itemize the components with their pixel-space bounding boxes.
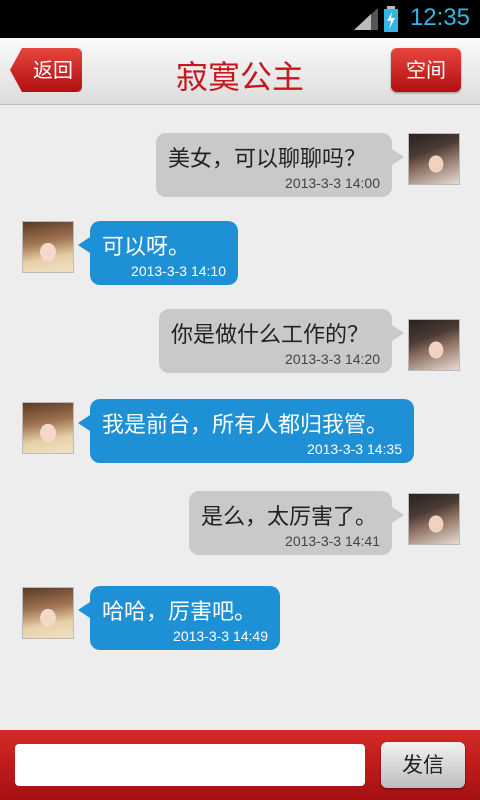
avatar[interactable] (408, 133, 460, 185)
message-text: 我是前台，所有人都归我管。 (102, 413, 389, 438)
avatar[interactable] (408, 319, 460, 371)
battery-charging-icon (384, 6, 398, 32)
message-time: 2013-3-3 14:49 (173, 628, 268, 644)
send-button-label: 发信 (402, 753, 444, 777)
message-time: 2013-3-3 14:10 (131, 263, 226, 279)
message-time: 2013-3-3 14:00 (285, 175, 380, 191)
message-text: 美女，可以聊聊吗？ (168, 147, 367, 172)
status-bar: 12:35 (0, 0, 480, 38)
message-bubble[interactable]: 哈哈，厉害吧。 2013-3-3 14:49 (78, 586, 280, 650)
message-list[interactable]: 美女，可以聊聊吗？ 2013-3-3 14:00 可以呀。 2013-3-3 1… (0, 105, 480, 730)
message-bubble[interactable]: 可以呀。 2013-3-3 14:10 (78, 221, 238, 285)
message-time: 2013-3-3 14:41 (285, 533, 380, 549)
message-text: 你是做什么工作的？ (171, 323, 370, 348)
avatar[interactable] (22, 221, 74, 273)
message-time: 2013-3-3 14:20 (285, 351, 380, 367)
signal-icon (354, 8, 378, 30)
message-bubble[interactable]: 美女，可以聊聊吗？ 2013-3-3 14:00 (156, 133, 404, 197)
message-time: 2013-3-3 14:35 (307, 441, 402, 457)
avatar[interactable] (22, 402, 74, 454)
composer-bar: 发信 (0, 730, 480, 800)
message-bubble[interactable]: 你是做什么工作的？ 2013-3-3 14:20 (159, 309, 404, 373)
send-button[interactable]: 发信 (381, 742, 465, 788)
message-bubble[interactable]: 我是前台，所有人都归我管。 2013-3-3 14:35 (78, 399, 414, 463)
message-text: 可以呀。 (102, 235, 191, 260)
message-bubble[interactable]: 是么，太厉害了。 2013-3-3 14:41 (189, 491, 404, 555)
chat-header: 返回 寂寞公主 空间 (0, 38, 480, 105)
message-input[interactable] (15, 744, 365, 786)
avatar[interactable] (408, 493, 460, 545)
space-button-label: 空间 (406, 58, 446, 82)
clock: 12:35 (409, 4, 470, 31)
space-button[interactable]: 空间 (391, 48, 461, 92)
message-text: 是么，太厉害了。 (201, 505, 378, 530)
avatar[interactable] (22, 587, 74, 639)
message-text: 哈哈，厉害吧。 (102, 600, 257, 625)
